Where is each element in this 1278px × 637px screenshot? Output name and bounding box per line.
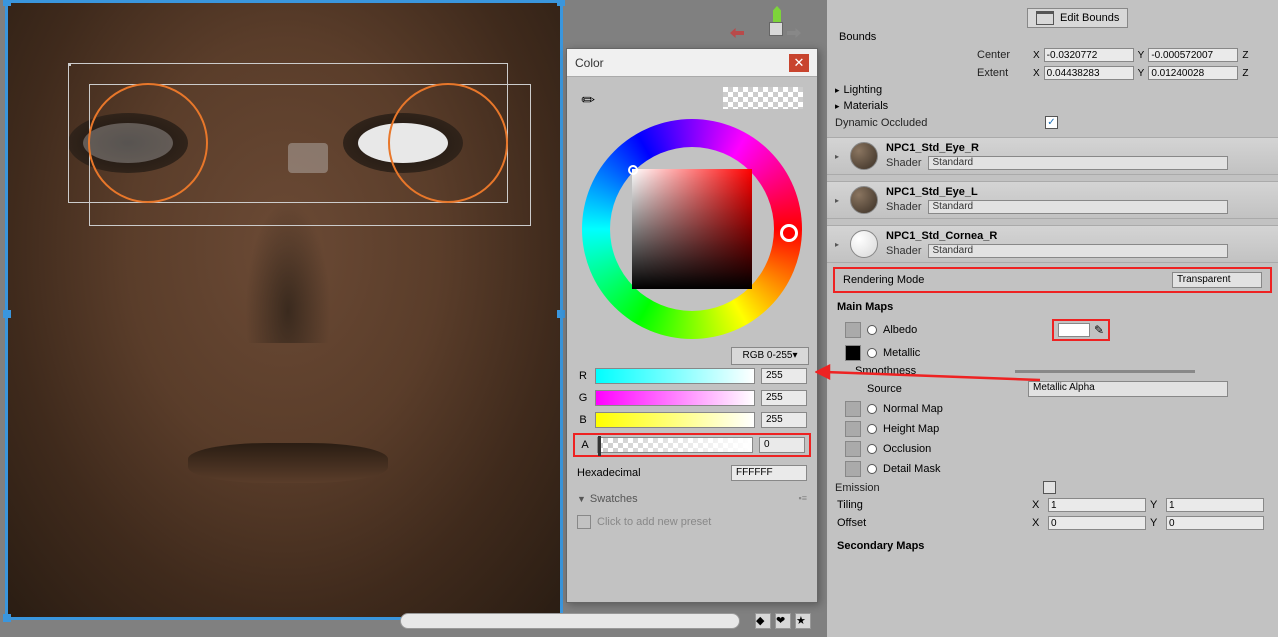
gizmo-circle-right[interactable] [388, 83, 508, 203]
r-label: R [577, 370, 589, 382]
material-header-1[interactable]: ▸ NPC1_Std_Eye_R ShaderStandard [827, 137, 1278, 175]
material-name-1: NPC1_Std_Eye_R [886, 142, 1270, 154]
albedo-label: Albedo [883, 324, 917, 336]
toolbar-btn-3[interactable]: ★ [795, 613, 811, 629]
gizmo-circle-left[interactable] [88, 83, 208, 203]
color-preview [723, 87, 803, 109]
normalmap-label: Normal Map [883, 403, 943, 415]
shader-dropdown-3[interactable]: Standard [928, 244, 1228, 258]
a-label: A [579, 439, 591, 451]
search-input[interactable] [400, 613, 740, 629]
material-preview-icon [850, 186, 878, 214]
center-label: Center [977, 49, 1033, 61]
smoothness-slider[interactable] [1015, 370, 1195, 373]
edit-bounds-button[interactable]: Edit Bounds [1027, 8, 1128, 28]
material-name-2: NPC1_Std_Eye_L [886, 186, 1270, 198]
offset-x-field[interactable] [1048, 516, 1146, 530]
dynamic-occluded-checkbox[interactable]: ✓ [1045, 116, 1058, 129]
inspector-panel: Edit Bounds Bounds Center X Y Z Extent X… [827, 0, 1278, 637]
shader-dropdown-1[interactable]: Standard [928, 156, 1228, 170]
offset-label: Offset [837, 517, 1032, 529]
metallic-label: Metallic [883, 347, 920, 359]
camera-icon [288, 143, 328, 173]
extent-y-field[interactable] [1148, 66, 1238, 80]
g-value[interactable]: 255 [761, 390, 807, 406]
hex-value[interactable]: FFFFFF [731, 465, 807, 481]
offset-y-field[interactable] [1166, 516, 1264, 530]
b-slider[interactable] [595, 412, 755, 428]
detailmask-slot[interactable] [845, 461, 861, 477]
metallic-texture-slot[interactable] [845, 345, 861, 361]
rendering-mode-dropdown[interactable]: Transparent [1172, 272, 1262, 288]
eyedropper-icon[interactable]: ✎ [1094, 323, 1104, 337]
tiling-y-field[interactable] [1166, 498, 1264, 512]
lighting-foldout[interactable]: Lighting [827, 82, 1278, 98]
a-slider[interactable] [597, 437, 753, 453]
material-header-2[interactable]: ▸ NPC1_Std_Eye_L ShaderStandard [827, 181, 1278, 219]
bounds-label: Bounds [827, 28, 1278, 46]
g-label: G [577, 392, 589, 404]
rendering-mode-row: Rendering Mode Transparent [833, 267, 1272, 293]
occlusion-label: Occlusion [883, 443, 931, 455]
tiling-x-field[interactable] [1048, 498, 1146, 512]
materials-foldout[interactable]: Materials [827, 98, 1278, 114]
add-preset-button[interactable] [577, 515, 591, 529]
g-slider[interactable] [595, 390, 755, 406]
tiling-label: Tiling [837, 499, 1032, 511]
dynamic-occluded-label: Dynamic Occluded [835, 117, 1045, 129]
heightmap-slot[interactable] [845, 421, 861, 437]
r-value[interactable]: 255 [761, 368, 807, 384]
hex-label: Hexadecimal [577, 467, 641, 479]
normalmap-slot[interactable] [845, 401, 861, 417]
source-label: Source [867, 383, 902, 395]
color-picker-window: Color ✕ ✎ RGB 0-255▾ R 255 G 255 B 255 A… [566, 48, 818, 603]
rendering-mode-label: Rendering Mode [843, 274, 1172, 286]
orientation-gizmo[interactable] [745, 6, 815, 46]
edit-bounds-icon [1036, 11, 1054, 25]
center-x-field[interactable] [1044, 48, 1134, 62]
center-y-field[interactable] [1148, 48, 1238, 62]
toolbar-btn-2[interactable]: ❤ [775, 613, 791, 629]
hue-cursor[interactable] [780, 224, 798, 242]
mouth [188, 443, 388, 483]
b-value[interactable]: 255 [761, 412, 807, 428]
color-picker-titlebar[interactable]: Color ✕ [567, 49, 817, 77]
metallic-radio[interactable] [867, 348, 877, 358]
main-maps-header: Main Maps [827, 297, 1278, 317]
albedo-radio[interactable] [867, 325, 877, 335]
close-icon[interactable]: ✕ [789, 54, 809, 72]
eyedropper-icon[interactable]: ✎ [577, 84, 605, 112]
material-name-3: NPC1_Std_Cornea_R [886, 230, 1270, 242]
material-preview-icon [850, 142, 878, 170]
material-preview-icon [850, 230, 878, 258]
scene-viewport[interactable] [5, 0, 563, 620]
material-header-3[interactable]: ▸ NPC1_Std_Cornea_R ShaderStandard [827, 225, 1278, 263]
source-dropdown[interactable]: Metallic Alpha [1028, 381, 1228, 397]
extent-label: Extent [977, 67, 1033, 79]
albedo-texture-slot[interactable] [845, 322, 861, 338]
toolbar-btn-1[interactable]: ◆ [755, 613, 771, 629]
emission-checkbox[interactable] [1043, 481, 1056, 494]
extent-x-field[interactable] [1044, 66, 1134, 80]
smoothness-label: Smoothness [855, 365, 995, 377]
secondary-maps-header: Secondary Maps [827, 532, 1278, 556]
a-value[interactable]: 0 [759, 437, 805, 453]
swatches-foldout[interactable]: ▼Swatches ▪≡ [567, 487, 817, 511]
heightmap-label: Height Map [883, 423, 939, 435]
b-label: B [577, 414, 589, 426]
emission-label: Emission [835, 482, 1043, 494]
occlusion-slot[interactable] [845, 441, 861, 457]
color-mode-dropdown[interactable]: RGB 0-255▾ [731, 347, 809, 365]
color-wheel[interactable] [582, 119, 802, 339]
albedo-color-swatch[interactable] [1058, 323, 1090, 337]
sv-square[interactable] [632, 169, 752, 289]
detailmask-label: Detail Mask [883, 463, 940, 475]
color-picker-title: Color [575, 56, 789, 70]
shader-dropdown-2[interactable]: Standard [928, 200, 1228, 214]
preset-label: Click to add new preset [597, 516, 711, 528]
albedo-color-control: ✎ [1052, 319, 1110, 341]
r-slider[interactable] [595, 368, 755, 384]
